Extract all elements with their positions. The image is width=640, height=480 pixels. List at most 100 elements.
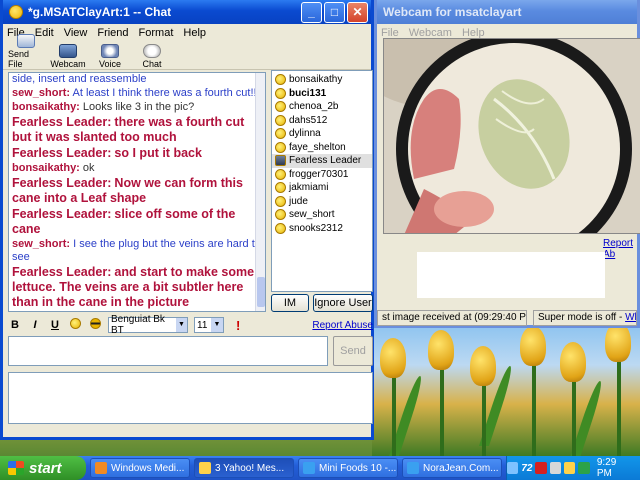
- system-tray: 72 9:29 PM: [506, 456, 640, 480]
- chevron-down-icon: ▼: [175, 318, 187, 332]
- maximize-button[interactable]: □: [324, 1, 345, 23]
- task-norajean[interactable]: NoraJean.Com...: [402, 458, 502, 478]
- user-list-item[interactable]: snooks2312: [272, 222, 372, 236]
- smiley-icon: [275, 209, 286, 221]
- audible-button[interactable]: [88, 318, 102, 332]
- user-list-item[interactable]: dylinna: [272, 127, 372, 141]
- user-name: sew_short: [289, 209, 335, 221]
- message-author[interactable]: Fearless Leader:: [12, 146, 111, 160]
- user-list-item[interactable]: jakmiami: [272, 181, 372, 195]
- send-file-button[interactable]: Send File: [8, 34, 44, 69]
- clock: 9:29 PM: [596, 457, 617, 479]
- font-size-select[interactable]: 11 ▼: [194, 317, 224, 333]
- menu-help[interactable]: Help: [183, 27, 206, 39]
- smiley-icon: [275, 74, 286, 86]
- chat-message: sew_short: I see the plug but the veins …: [12, 238, 262, 264]
- message-author[interactable]: bonsaikathy:: [12, 101, 80, 113]
- desktop-wallpaper: [372, 326, 640, 456]
- chat-icon: [143, 44, 161, 58]
- chat-toolbar: Send File Webcam Voice Chat: [3, 34, 371, 70]
- menu-view[interactable]: View: [64, 27, 88, 39]
- tray-badge[interactable]: 72: [521, 463, 532, 474]
- yahoo-tray-icon[interactable]: [564, 462, 576, 474]
- smiley-icon: [275, 222, 286, 234]
- task-windows-media[interactable]: Windows Medi...: [90, 458, 190, 478]
- font-select[interactable]: Benguiat Bk BT ▼: [108, 314, 188, 336]
- chat-message: Fearless Leader: slice off some of the c…: [12, 207, 262, 237]
- message-author[interactable]: Fearless Leader:: [12, 115, 111, 129]
- user-list-item[interactable]: Fearless Leader: [272, 154, 372, 168]
- send-button[interactable]: Send: [333, 336, 373, 366]
- media-player-icon: [95, 462, 107, 474]
- super-mode-status: Super mode is off - What's th: [533, 310, 637, 326]
- message-scrollbar[interactable]: [255, 73, 265, 311]
- chat-message-pane[interactable]: side, insert and reassemble sew_short: At…: [8, 72, 266, 312]
- smiley-icon: [275, 168, 286, 180]
- webcam-button[interactable]: Webcam: [50, 44, 86, 69]
- chat-button[interactable]: Chat: [134, 44, 170, 69]
- chat-message: side, insert and reassemble: [12, 73, 262, 86]
- volume-icon[interactable]: [549, 462, 562, 474]
- menu-format[interactable]: Format: [139, 27, 174, 39]
- start-button[interactable]: start: [0, 456, 86, 480]
- last-image-status: st image received at (09:29:40 PM): [377, 310, 527, 326]
- message-author[interactable]: sew_short:: [12, 87, 70, 99]
- user-list-item[interactable]: faye_shelton: [272, 141, 372, 155]
- user-name: jakmiami: [289, 182, 329, 194]
- message-input[interactable]: [8, 336, 328, 366]
- report-abuse-link[interactable]: Report Abuse: [312, 320, 373, 331]
- webcam-icon: [275, 155, 286, 167]
- message-author[interactable]: sew_short:: [12, 238, 70, 250]
- user-list[interactable]: bonsaikathy buci131 chenoa_2b dahs512 dylinn…: [271, 70, 373, 292]
- message-author[interactable]: Fearless Leader:: [12, 265, 111, 279]
- underline-button[interactable]: U: [48, 319, 62, 331]
- user-name: faye_shelton: [289, 141, 346, 153]
- user-list-item[interactable]: frogger70301: [272, 168, 372, 182]
- menu-friend[interactable]: Friend: [97, 27, 128, 39]
- im-button[interactable]: IM: [271, 294, 309, 312]
- smiley-icon: [69, 318, 81, 329]
- user-name: frogger70301: [289, 168, 349, 180]
- chat-message: Fearless Leader: Now we can form this ca…: [12, 176, 262, 206]
- windows-flag-icon: [8, 461, 24, 475]
- whats-this-link[interactable]: What's th: [625, 312, 636, 323]
- user-name: chenoa_2b: [289, 101, 339, 113]
- task-yahoo-messenger[interactable]: 3 Yahoo! Mes...: [194, 458, 294, 478]
- minimize-button[interactable]: _: [301, 1, 322, 23]
- message-author[interactable]: bonsaikathy:: [12, 162, 80, 174]
- smiley-icon: [275, 182, 286, 194]
- yahoo-messenger-icon: [199, 462, 211, 474]
- message-author[interactable]: Fearless Leader:: [12, 207, 111, 221]
- alert-icon[interactable]: !: [236, 318, 240, 333]
- message-text: Looks like 3 in the pic?: [82, 101, 195, 113]
- smiley-icon: [275, 128, 286, 140]
- bold-button[interactable]: B: [8, 319, 22, 331]
- user-list-item[interactable]: buci131: [272, 87, 372, 101]
- chat-titlebar[interactable]: *g.MSATClayArt:1 -- Chat _ □ ✕: [3, 0, 371, 24]
- chat-window: *g.MSATClayArt:1 -- Chat _ □ ✕ File Edit…: [0, 0, 374, 440]
- close-button[interactable]: ✕: [347, 1, 368, 23]
- message-author[interactable]: Fearless Leader:: [12, 176, 111, 190]
- antivirus-icon[interactable]: [535, 462, 547, 474]
- user-name: dylinna: [289, 128, 321, 140]
- network-icon[interactable]: [506, 462, 519, 474]
- user-list-item[interactable]: dahs512: [272, 114, 372, 128]
- webcam-image: [383, 38, 640, 234]
- italic-button[interactable]: I: [28, 319, 42, 331]
- user-name: dahs512: [289, 114, 328, 126]
- scrollbar-thumb[interactable]: [257, 277, 265, 307]
- user-name: bonsaikathy: [289, 74, 343, 86]
- shield-icon[interactable]: [578, 462, 590, 474]
- task-mini-foods[interactable]: Mini Foods 10 -...: [298, 458, 398, 478]
- user-list-item[interactable]: chenoa_2b: [272, 100, 372, 114]
- webcam-report-abuse-link[interactable]: Report Ab: [603, 238, 637, 260]
- user-list-item[interactable]: jude: [272, 195, 372, 209]
- message-text: ok: [82, 162, 95, 174]
- user-list-item[interactable]: bonsaikathy: [272, 73, 372, 87]
- ignore-user-button[interactable]: Ignore User: [313, 294, 373, 312]
- emoticon-button[interactable]: [68, 318, 82, 332]
- voice-button[interactable]: Voice: [92, 44, 128, 69]
- user-list-item[interactable]: sew_short: [272, 208, 372, 222]
- webcam-titlebar[interactable]: Webcam for msatclayart: [377, 0, 637, 24]
- chat-message: sew_short: At least I think there was a …: [12, 87, 262, 100]
